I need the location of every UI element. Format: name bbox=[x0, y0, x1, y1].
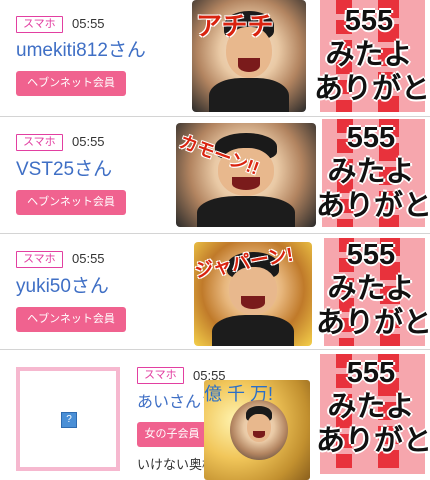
stamp-line: 555 bbox=[344, 5, 394, 37]
member-type-button[interactable]: ヘブンネット会員 bbox=[16, 190, 126, 215]
device-badge: スマホ bbox=[16, 251, 63, 268]
post-row: スマホ 05:55 VST25さん ヘブンネット会員 カモーン!! 555 みた… bbox=[0, 117, 430, 233]
stamp-line: みたよ bbox=[327, 391, 415, 423]
stamp-image: アチチ bbox=[192, 0, 306, 112]
device-badge: スマホ bbox=[16, 134, 63, 151]
user-name-link[interactable]: umekiti812さん bbox=[16, 40, 146, 62]
device-badge: スマホ bbox=[16, 16, 63, 33]
stamp-image: ジャパーン! bbox=[194, 242, 312, 346]
stamp-line: みたよ bbox=[327, 156, 415, 188]
stamp-caption: アチチ bbox=[196, 11, 274, 41]
post-row: スマホ 05:55 yuki50さん ヘブンネット会員 ジャパーン! 555 み… bbox=[0, 234, 430, 349]
stamp-line: みたよ bbox=[325, 39, 413, 71]
stamp-line: ありがと bbox=[316, 425, 430, 457]
post-row: ? スマホ 05:55 あいさんさん 女の子会員 いけない奥様 ブログ 日記 億… bbox=[0, 350, 430, 480]
stamp-line: 555 bbox=[346, 239, 396, 271]
member-type-button[interactable]: ヘブンネット会員 bbox=[16, 71, 126, 96]
member-type-button[interactable]: ヘブンネット会員 bbox=[16, 307, 126, 332]
stamp-suit bbox=[197, 195, 295, 227]
stamp-mouth bbox=[237, 58, 261, 72]
stamp-message: 555 みたよ ありがと bbox=[314, 4, 430, 106]
stamp-line: 555 bbox=[346, 122, 396, 154]
stamp-suit bbox=[211, 314, 295, 346]
device-badge: スマホ bbox=[137, 367, 184, 384]
stamp-message: 555 みたよ ありがと bbox=[316, 121, 430, 223]
post-time: 05:55 bbox=[72, 16, 105, 31]
user-name-link[interactable]: yuki50さん bbox=[16, 276, 109, 298]
stamp-line: ありがと bbox=[316, 190, 430, 222]
stamp-line: ありがと bbox=[316, 307, 430, 339]
post-time: 05:55 bbox=[72, 134, 105, 149]
stamp-mouth bbox=[241, 296, 265, 309]
stamp-message: 555 みたよ ありがと bbox=[316, 238, 430, 340]
post-time: 05:55 bbox=[72, 251, 105, 266]
stamp-face-frame bbox=[230, 400, 288, 460]
stamp-mouth bbox=[232, 177, 260, 190]
broken-image-icon: ? bbox=[61, 412, 77, 428]
stamp-line: 555 bbox=[346, 357, 396, 389]
avatar[interactable]: ? bbox=[16, 367, 120, 471]
post-row: スマホ 05:55 umekiti812さん ヘブンネット会員 アチチ 555 … bbox=[0, 0, 430, 116]
member-type-button[interactable]: 女の子会員 bbox=[137, 422, 207, 447]
stamp-image: カモーン!! bbox=[176, 123, 316, 227]
stamp-line: ありがと bbox=[314, 73, 430, 105]
stamp-line: みたよ bbox=[327, 273, 415, 305]
user-name-link[interactable]: VST25さん bbox=[16, 159, 112, 181]
stamp-image: 億 千 万! bbox=[204, 380, 310, 480]
stamp-message: 555 みたよ ありがと bbox=[316, 356, 430, 458]
stamp-suit bbox=[209, 78, 289, 112]
